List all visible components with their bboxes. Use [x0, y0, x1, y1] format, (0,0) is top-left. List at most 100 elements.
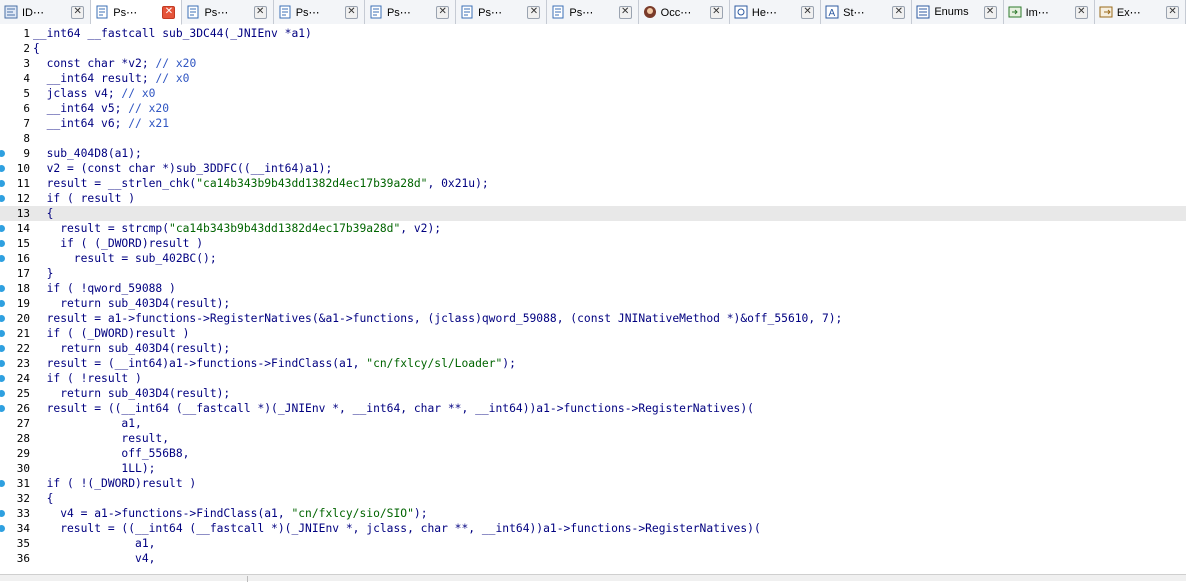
code-line[interactable]: 4 __int64 result; // x0 — [0, 71, 1186, 86]
code-text: return sub_403D4(result); — [33, 297, 231, 310]
code-text: v4, — [33, 552, 156, 565]
code-line[interactable]: 34 result = ((__int64 (__fastcall *)(_JN… — [0, 521, 1186, 536]
code-line[interactable]: 5 jclass v4; // x0 — [0, 86, 1186, 101]
code-line[interactable]: 3 const char *v2; // x20 — [0, 56, 1186, 71]
structures-icon: A — [825, 5, 839, 19]
code-line[interactable]: 16 result = sub_402BC(); — [0, 251, 1186, 266]
tab-close-icon[interactable]: ✕ — [436, 5, 450, 19]
tab-close-icon[interactable]: ✕ — [892, 5, 906, 19]
code-text: a1, — [33, 417, 142, 430]
code-line[interactable]: 17 } — [0, 266, 1186, 281]
tab-bar: ID⋯ ✕ Ps⋯ ✕ Ps⋯ ✕ Ps⋯ ✕ Ps⋯ ✕ Ps⋯ ✕ Ps⋯ ✕ Occ⋯ ✕ He⋯ ✕ A St… — [0, 0, 1186, 25]
tab-close-icon[interactable]: ✕ — [618, 5, 632, 19]
code-line[interactable]: 1 __int64 __fastcall sub_3DC44(_JNIEnv *a… — [0, 26, 1186, 41]
code-line[interactable]: 24 if ( !result ) — [0, 371, 1186, 386]
tab-close-icon[interactable]: ✕ — [1166, 5, 1180, 19]
code-text: off_556B8, — [33, 447, 190, 460]
code-line[interactable]: 31 if ( !(_DWORD)result ) — [0, 476, 1186, 491]
line-number: 7 — [23, 117, 30, 130]
tab-5[interactable]: Ps⋯ ✕ — [456, 0, 548, 24]
code-text: result = a1->functions->RegisterNatives(… — [33, 312, 843, 325]
code-text: __int64 result; // x0 — [33, 72, 190, 85]
ida-view-icon — [4, 5, 18, 19]
code-line[interactable]: 14 result = strcmp("ca14b343b9b43dd1382d… — [0, 221, 1186, 236]
code-text: jclass v4; // x0 — [33, 87, 156, 100]
code-line[interactable]: 26 result = ((__int64 (__fastcall *)(_JN… — [0, 401, 1186, 416]
code-text: a1, — [33, 537, 156, 550]
code-line[interactable]: 13 { — [0, 206, 1186, 221]
tab-10[interactable]: Enums ✕ — [912, 0, 1004, 24]
line-number: 27 — [16, 417, 30, 430]
code-text: result, — [33, 432, 170, 445]
code-text: sub_404D8(a1); — [33, 147, 142, 160]
tab-label: St⋯ — [843, 6, 865, 19]
code-line[interactable]: 12 if ( result ) — [0, 191, 1186, 206]
code-line[interactable]: 23 result = (__int64)a1->functions->Find… — [0, 356, 1186, 371]
tab-4[interactable]: Ps⋯ ✕ — [364, 0, 457, 24]
line-number: 36 — [16, 552, 30, 565]
code-text: __int64 v5; // x20 — [33, 102, 170, 115]
tab-12[interactable]: Ex⋯ ✕ — [1094, 0, 1186, 24]
code-text: if ( result ) — [33, 192, 136, 205]
code-line[interactable]: 35 a1, — [0, 536, 1186, 551]
code-line[interactable]: 28 result, — [0, 431, 1186, 446]
imports-icon — [1008, 5, 1022, 19]
code-text: v2 = (const char *)sub_3DDFC((__int64)a1… — [33, 162, 333, 175]
code-line[interactable]: 9 sub_404D8(a1); — [0, 146, 1186, 161]
code-line[interactable]: 18 if ( !qword_59088 ) — [0, 281, 1186, 296]
exports-icon — [1099, 5, 1113, 19]
code-line[interactable]: 10 v2 = (const char *)sub_3DDFC((__int64… — [0, 161, 1186, 176]
code-line[interactable]: 29 off_556B8, — [0, 446, 1186, 461]
tab-close-icon[interactable]: ✕ — [162, 5, 176, 19]
code-line[interactable]: 11 result = __strlen_chk("ca14b343b9b43d… — [0, 176, 1186, 191]
tab-2[interactable]: Ps⋯ ✕ — [182, 0, 274, 24]
pseudocode-editor[interactable]: 1 __int64 __fastcall sub_3DC44(_JNIEnv *a… — [0, 25, 1186, 574]
code-line[interactable]: 7 __int64 v6; // x21 — [0, 116, 1186, 131]
tab-7[interactable]: Occ⋯ ✕ — [638, 0, 730, 24]
code-text: } — [33, 267, 54, 280]
code-text: __int64 v6; // x21 — [33, 117, 170, 130]
tab-close-icon[interactable]: ✕ — [253, 5, 267, 19]
tab-1[interactable]: Ps⋯ ✕ — [91, 0, 183, 25]
line-number: 8 — [23, 132, 30, 145]
tab-close-icon[interactable]: ✕ — [709, 5, 723, 19]
code-line[interactable]: 21 if ( (_DWORD)result ) — [0, 326, 1186, 341]
code-line[interactable]: 15 if ( (_DWORD)result ) — [0, 236, 1186, 251]
code-text: const char *v2; // x20 — [33, 57, 197, 70]
tab-6[interactable]: Ps⋯ ✕ — [547, 0, 639, 24]
code-text: v4 = a1->functions->FindClass(a1, "cn/fx… — [33, 507, 428, 520]
code-text: if ( !(_DWORD)result ) — [33, 477, 197, 490]
code-text: return sub_403D4(result); — [33, 342, 231, 355]
code-line[interactable]: 33 v4 = a1->functions->FindClass(a1, "cn… — [0, 506, 1186, 521]
tab-11[interactable]: Im⋯ ✕ — [1003, 0, 1095, 24]
code-line[interactable]: 8 — [0, 131, 1186, 146]
code-line[interactable]: 25 return sub_403D4(result); — [0, 386, 1186, 401]
tab-9[interactable]: A St⋯ ✕ — [821, 0, 913, 24]
code-line[interactable]: 2{ — [0, 41, 1186, 56]
tab-close-icon[interactable]: ✕ — [527, 5, 541, 19]
tab-label: Ps⋯ — [386, 6, 411, 19]
code-line[interactable]: 19 return sub_403D4(result); — [0, 296, 1186, 311]
code-line[interactable]: 22 return sub_403D4(result); — [0, 341, 1186, 356]
line-number: 1 — [23, 27, 30, 40]
occurrences-avatar-icon — [643, 5, 657, 19]
code-line[interactable]: 6 __int64 v5; // x20 — [0, 101, 1186, 116]
tab-0[interactable]: ID⋯ ✕ — [0, 0, 92, 24]
tab-close-icon[interactable]: ✕ — [344, 5, 358, 19]
code-line[interactable]: 27 a1, — [0, 416, 1186, 431]
code-line[interactable]: 30 1LL); — [0, 461, 1186, 476]
tab-close-icon[interactable]: ✕ — [71, 5, 85, 19]
code-line[interactable]: 32 { — [0, 491, 1186, 506]
code-text: result = ((__int64 (__fastcall *)(_JNIEn… — [33, 522, 761, 535]
tab-8[interactable]: He⋯ ✕ — [729, 0, 822, 24]
tab-close-icon[interactable]: ✕ — [983, 5, 997, 19]
code-text: if ( !result ) — [33, 372, 142, 385]
code-line[interactable]: 36 v4, — [0, 551, 1186, 566]
code-text: if ( (_DWORD)result ) — [33, 237, 204, 250]
pseudocode-icon — [460, 5, 474, 19]
code-line[interactable]: 20 result = a1->functions->RegisterNativ… — [0, 311, 1186, 326]
code-text: { — [33, 492, 54, 505]
tab-3[interactable]: Ps⋯ ✕ — [273, 0, 365, 24]
tab-close-icon[interactable]: ✕ — [1074, 5, 1088, 19]
tab-close-icon[interactable]: ✕ — [801, 5, 815, 19]
